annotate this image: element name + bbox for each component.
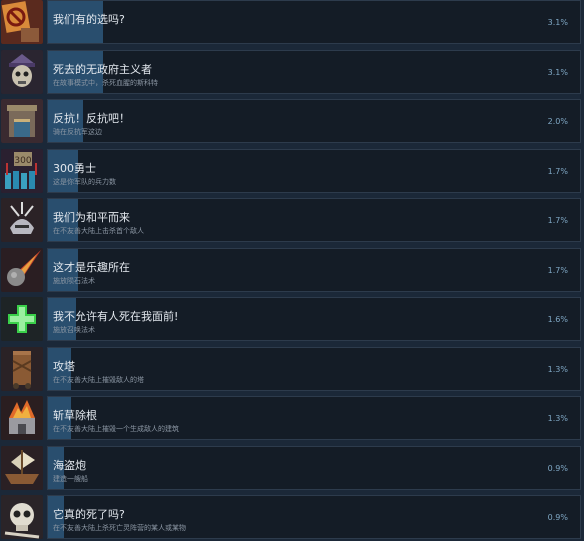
achievement-title: 300勇士 (53, 162, 96, 175)
pirate-ship-icon (1, 446, 43, 490)
achievement-card: 斩草除根在不友善大陆上摧毁一个生成敌人的建筑 1.3% (47, 396, 581, 440)
achievement-row[interactable]: 斩草除根在不友善大陆上摧毁一个生成敌人的建筑 1.3% (0, 396, 584, 442)
achievement-description: 在不友善大陆上摧毁一个生成敌人的建筑 (53, 425, 179, 433)
achievement-row[interactable]: 300 300勇士这是你军队的兵力数 1.7% (0, 149, 584, 195)
unlock-percentage: 1.3% (547, 414, 568, 423)
unlock-percentage: 2.0% (547, 117, 568, 126)
siege-tower-icon (1, 347, 43, 391)
achievement-list: 我们有的选吗? 3.1% 死去的无政府主义者在故事模式中，杀死血腥的斯科特 3.1% 反… (0, 0, 584, 539)
achievement-title: 斩草除根 (53, 409, 97, 422)
unlock-percentage: 1.7% (547, 266, 568, 275)
unlock-percentage: 3.1% (547, 18, 568, 27)
achievement-title: 它真的死了吗? (53, 508, 125, 521)
achievement-title: 反抗！反抗吧！ (53, 112, 130, 125)
unlock-percentage: 1.6% (547, 315, 568, 324)
skull-hat-icon (1, 50, 43, 94)
achievement-card: 我不允许有人死在我面前! 施放召唤法术 1.6% (47, 297, 581, 341)
achievement-description: 施放陨石法术 (53, 277, 95, 285)
achievement-row[interactable]: 反抗！反抗吧！ 骑在反抗军这边 2.0% (0, 99, 584, 145)
achievement-card: 我们有的选吗? 3.1% (47, 0, 581, 44)
achievement-title: 我们有的选吗? (53, 13, 125, 26)
achievement-description: 施放召唤法术 (53, 326, 95, 334)
spiked-helmet-icon (1, 198, 43, 242)
achievement-card: 300勇士这是你军队的兵力数 1.7% (47, 149, 581, 193)
tower-gate-icon (1, 99, 43, 143)
achievement-card: 反抗！反抗吧！ 骑在反抗军这边 2.0% (47, 99, 581, 143)
achievement-description: 建造一艘船 (53, 475, 88, 483)
achievement-card: 它真的死了吗? 在不友善大陆上杀死亡灵阵营的某人或某物 0.9% (47, 495, 581, 539)
achievement-title: 我们为和平而来 (53, 211, 130, 224)
unlock-percentage: 0.9% (547, 513, 568, 522)
achievement-title: 我不允许有人死在我面前! (53, 310, 179, 323)
achievement-row[interactable]: 我们为和平而来在不友善大陆上击杀首个敌人 1.7% (0, 198, 584, 244)
army-300-icon: 300 (1, 149, 43, 193)
unlock-percentage: 1.3% (547, 365, 568, 374)
achievement-row[interactable]: 我们有的选吗? 3.1% (0, 0, 584, 46)
unlock-percentage: 1.7% (547, 167, 568, 176)
achievement-title: 死去的无政府主义者 (53, 63, 152, 76)
meteor-icon (1, 248, 43, 292)
green-cross-icon (1, 297, 43, 341)
achievement-title: 这才是乐趣所在 (53, 261, 130, 274)
unlock-percentage: 3.1% (547, 68, 568, 77)
achievement-card: 攻塔在不友善大陆上摧毁敌人的塔 1.3% (47, 347, 581, 391)
achievement-description: 在故事模式中，杀死血腥的斯科特 (53, 79, 158, 87)
achievement-card: 海盗炮建造一艘船 0.9% (47, 446, 581, 490)
achievement-card: 这才是乐趣所在施放陨石法术 1.7% (47, 248, 581, 292)
achievement-row[interactable]: 海盗炮建造一艘船 0.9% (0, 446, 584, 492)
achievement-title: 攻塔 (53, 360, 75, 373)
unlock-percentage: 1.7% (547, 216, 568, 225)
burning-building-icon (1, 396, 43, 440)
achievement-row[interactable]: 攻塔在不友善大陆上摧毁敌人的塔 1.3% (0, 347, 584, 393)
achievement-description: 在不友善大陆上击杀首个敌人 (53, 227, 144, 235)
achievement-card: 死去的无政府主义者在故事模式中，杀死血腥的斯科特 3.1% (47, 50, 581, 94)
achievement-row[interactable]: 它真的死了吗? 在不友善大陆上杀死亡灵阵营的某人或某物 0.9% (0, 495, 584, 541)
no-fire-sign-icon (1, 0, 43, 44)
achievement-title: 海盗炮 (53, 459, 86, 472)
achievement-description: 在不友善大陆上摧毁敌人的塔 (53, 376, 144, 384)
achievement-description: 骑在反抗军这边 (53, 128, 102, 136)
unlock-percentage: 0.9% (547, 464, 568, 473)
achievement-row[interactable]: 死去的无政府主义者在故事模式中，杀死血腥的斯科特 3.1% (0, 50, 584, 96)
achievement-row[interactable]: 这才是乐趣所在施放陨石法术 1.7% (0, 248, 584, 294)
achievement-description: 这是你军队的兵力数 (53, 178, 116, 186)
svg-text:300: 300 (14, 156, 31, 166)
achievement-row[interactable]: 我不允许有人死在我面前! 施放召唤法术 1.6% (0, 297, 584, 343)
bone-skull-icon (1, 495, 43, 539)
achievement-card: 我们为和平而来在不友善大陆上击杀首个敌人 1.7% (47, 198, 581, 242)
